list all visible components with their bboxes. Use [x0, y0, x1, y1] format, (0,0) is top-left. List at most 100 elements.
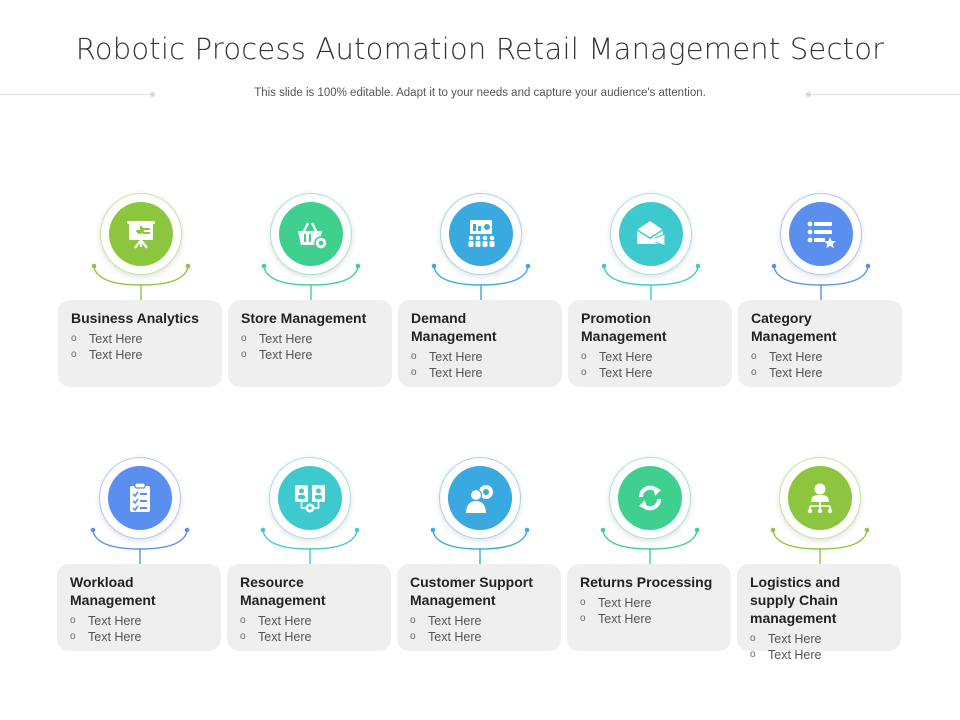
bullet-item: o Text Here [581, 349, 720, 365]
bullet-list: o Text Here o Text Here [241, 331, 380, 363]
card-title: Promotion Management [581, 310, 667, 344]
bullet-item: o Text Here [70, 613, 209, 629]
icon-ring [779, 457, 861, 539]
sector-item: Demand Management o Text Here o Text Here [398, 193, 564, 393]
bullet-marker: o [410, 615, 416, 626]
bullet-item: o Text Here [580, 595, 719, 611]
list-star-icon [807, 221, 836, 249]
bullet-text: Text Here [769, 350, 823, 364]
bullet-list: o Text Here o Text Here [71, 331, 210, 363]
bullet-list: o Text Here o Text Here [751, 349, 890, 381]
bullet-marker: o [71, 333, 77, 344]
bullet-marker: o [70, 631, 76, 642]
card-title: Demand Management [411, 310, 497, 344]
bullet-list: o Text Here o Text Here [240, 613, 379, 645]
bullet-list: o Text Here o Text Here [410, 613, 549, 645]
bullet-marker: o [581, 351, 587, 362]
card-title: Returns Processing [580, 574, 713, 590]
icon-disc [278, 466, 342, 530]
bullet-text: Text Here [428, 614, 482, 628]
bullet-text: Text Here [89, 332, 143, 346]
bullet-item: o Text Here [750, 647, 889, 663]
sector-item: Store Management o Text Here o Text Here [228, 193, 394, 393]
bullet-text: Text Here [598, 612, 652, 626]
bullet-text: Text Here [429, 350, 483, 364]
bullet-item: o Text Here [410, 613, 549, 629]
sector-item: Business Analytics o Text Here o Text Here [58, 193, 224, 393]
bullet-marker: o [580, 613, 586, 624]
email-megaphone-icon [636, 221, 666, 247]
icon-disc [108, 466, 172, 530]
icon-disc [279, 202, 343, 266]
bullet-text: Text Here [598, 596, 652, 610]
card-title: Category Management [751, 310, 837, 344]
bullet-item: o Text Here [750, 631, 889, 647]
presentation-board-icon [127, 221, 155, 249]
bullet-item: o Text Here [411, 365, 550, 381]
icon-ring [99, 457, 181, 539]
bullet-list: o Text Here o Text Here [411, 349, 550, 381]
bullet-item: o Text Here [71, 347, 210, 363]
text-card: Workload Management o Text Here o Text Here [57, 564, 221, 651]
icon-ring [439, 457, 521, 539]
card-title: Customer Support Management [410, 574, 533, 608]
icon-disc [789, 202, 853, 266]
basket-gear-icon [298, 222, 328, 250]
text-card: Customer Support Management o Text Here o Te… [397, 564, 561, 651]
text-card: Promotion Management o Text Here o Text Here [568, 300, 732, 387]
card-title: Store Management [241, 310, 367, 326]
divider-right [808, 94, 960, 95]
refresh-arrows-icon [639, 485, 661, 511]
bullet-marker: o [411, 351, 417, 362]
bullet-text: Text Here [428, 630, 482, 644]
bullet-list: o Text Here o Text Here [580, 595, 719, 627]
sector-item: Category Management o Text Here o Text Here [738, 193, 904, 393]
bullet-marker: o [241, 333, 247, 344]
icon-ring [100, 193, 182, 275]
sector-item: Resource Management o Text Here o Text Here [227, 457, 393, 657]
sector-item: Logistics and supply Chain management o Te… [737, 457, 903, 662]
icon-ring [270, 193, 352, 275]
bullet-text: Text Here [89, 348, 143, 362]
bullet-item: o Text Here [751, 365, 890, 381]
icon-disc [788, 466, 852, 530]
bullet-text: Text Here [258, 630, 312, 644]
bullet-text: Text Here [768, 632, 822, 646]
sector-item: Workload Management o Text Here o Text Here [57, 457, 223, 657]
icon-ring [440, 193, 522, 275]
person-network-icon [807, 483, 833, 514]
bullet-marker: o [751, 367, 757, 378]
text-card: Category Management o Text Here o Text Here [738, 300, 902, 387]
bullet-item: o Text Here [581, 365, 720, 381]
bullet-marker: o [241, 349, 247, 360]
text-card: Logistics and supply Chain management o Te… [737, 564, 901, 662]
bullet-text: Text Here [259, 348, 313, 362]
bullet-text: Text Here [429, 366, 483, 380]
icon-ring [609, 457, 691, 539]
bullet-item: o Text Here [240, 629, 379, 645]
text-card: Business Analytics o Text Here o Text Here [58, 300, 222, 387]
bullet-text: Text Here [599, 350, 653, 364]
bullet-item: o Text Here [580, 611, 719, 627]
sector-item: Returns Processing o Text Here o Text Here [567, 457, 733, 657]
user-gear-icon [466, 485, 493, 513]
bullet-item: o Text Here [241, 347, 380, 363]
text-card: Resource Management o Text Here o Text Here [227, 564, 391, 651]
bullet-item: o Text Here [240, 613, 379, 629]
bullet-item: o Text Here [70, 629, 209, 645]
icon-disc [449, 202, 513, 266]
bullet-marker: o [751, 351, 757, 362]
icon-disc [109, 202, 173, 266]
clipboard-checklist-icon [130, 482, 150, 512]
bullet-marker: o [580, 597, 586, 608]
text-card: Demand Management o Text Here o Text Here [398, 300, 562, 387]
card-title: Logistics and supply Chain management [750, 574, 841, 626]
card-title: Resource Management [240, 574, 326, 608]
bullet-marker: o [70, 615, 76, 626]
bullet-list: o Text Here o Text Here [750, 631, 889, 663]
divider-dot-right [806, 92, 811, 97]
slide-subtitle: This slide is 100% editable. Adapt it to… [254, 87, 706, 99]
bullet-marker: o [750, 649, 756, 660]
bullet-item: o Text Here [411, 349, 550, 365]
icon-ring [269, 457, 351, 539]
